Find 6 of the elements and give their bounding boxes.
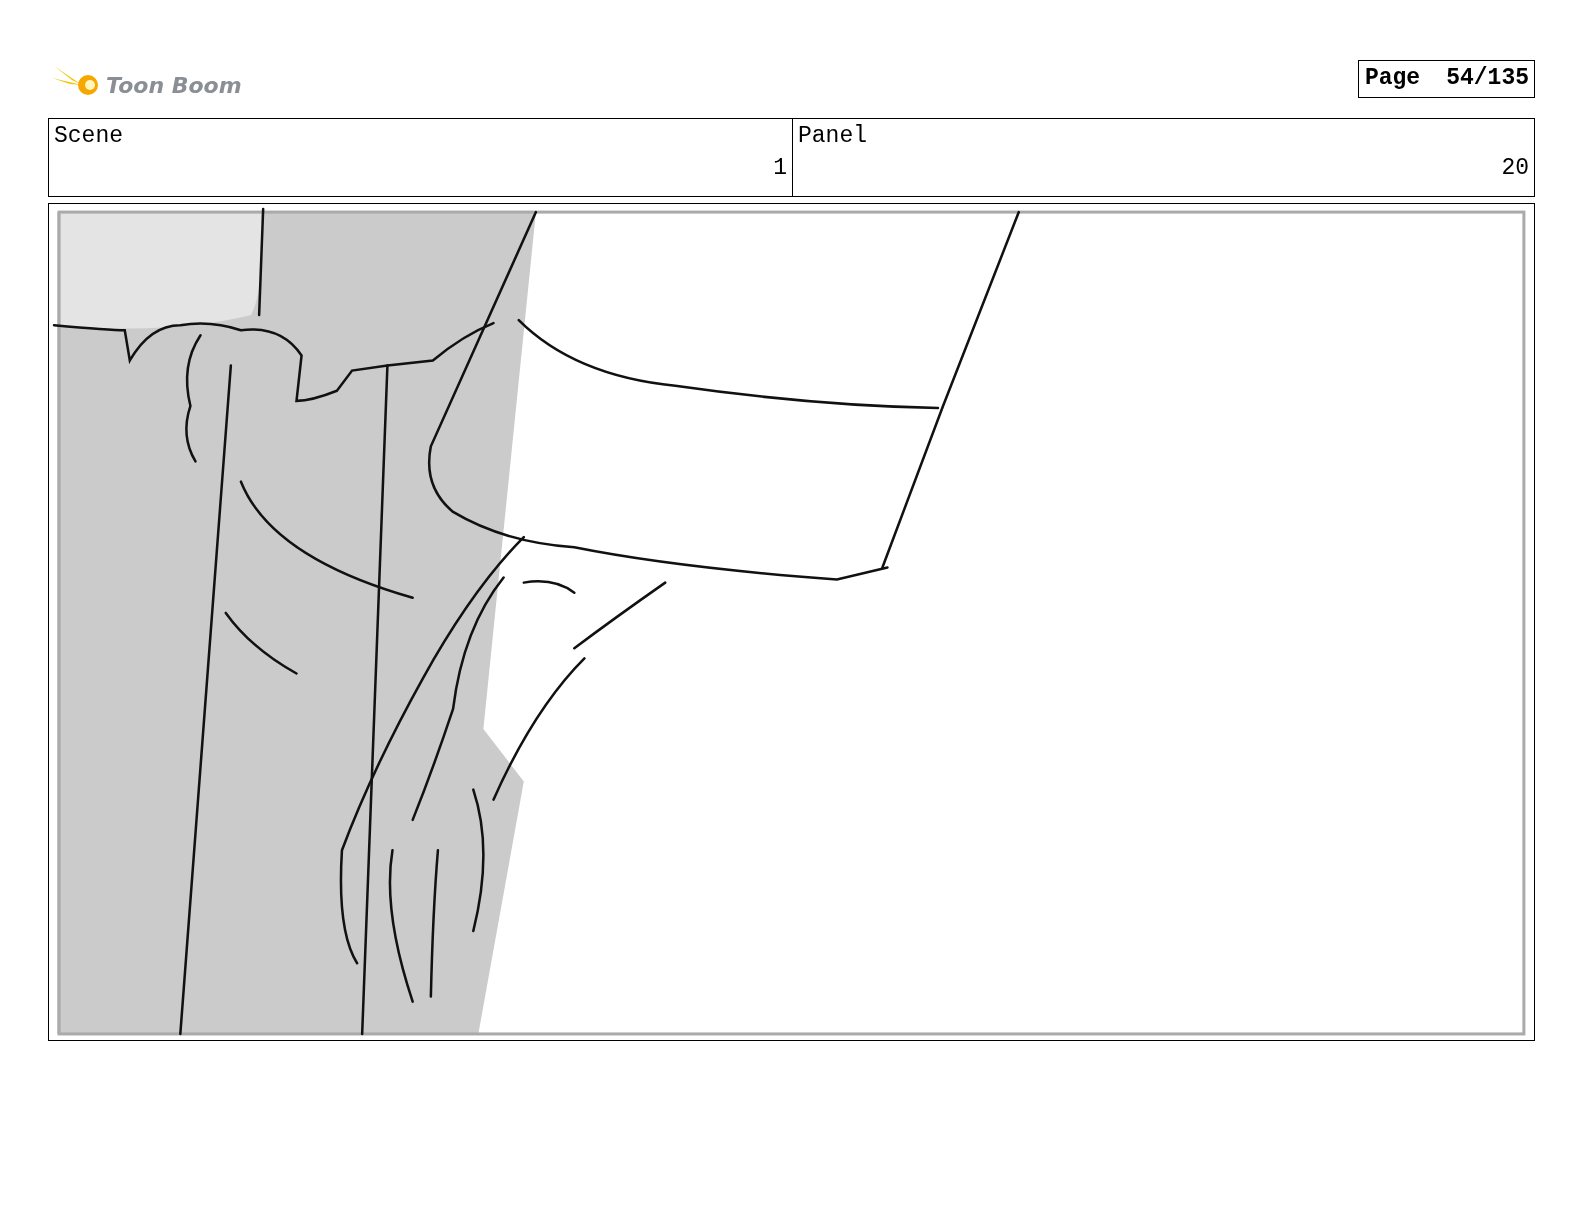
scene-label: Scene — [54, 123, 124, 149]
page-counter: Page 54/135 — [1357, 60, 1535, 98]
panel-label: Panel — [798, 123, 868, 149]
panel-number: 20 — [1501, 155, 1529, 181]
scene-number: 1 — [773, 155, 787, 181]
logo-text: Toon Boom — [106, 72, 242, 98]
